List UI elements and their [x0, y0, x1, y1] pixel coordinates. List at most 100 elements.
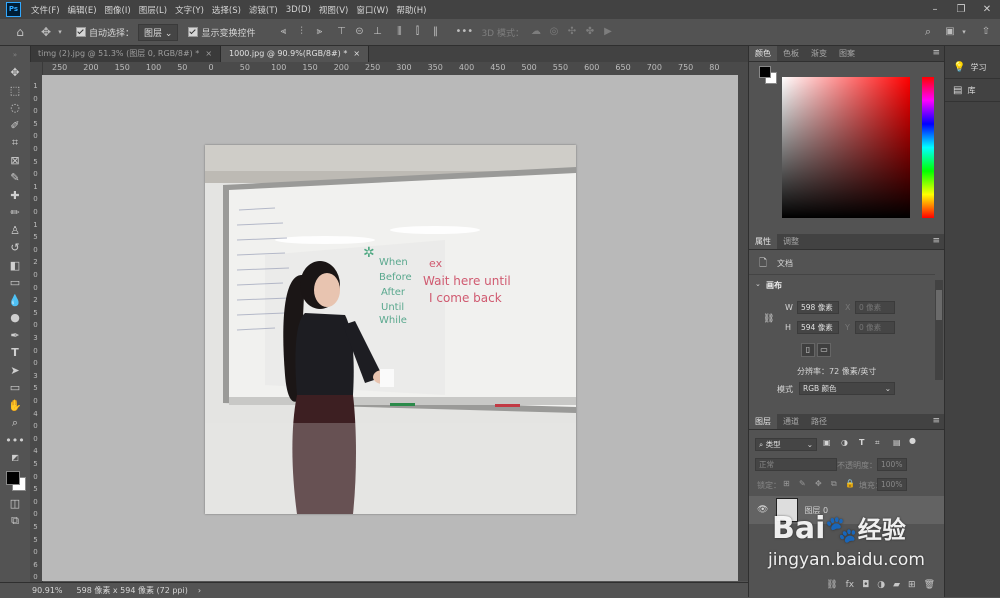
- tab-color[interactable]: 颜色: [749, 46, 777, 61]
- menu-help[interactable]: 帮助(H): [392, 4, 430, 16]
- status-arrow-icon[interactable]: ›: [198, 586, 201, 595]
- ruler-origin[interactable]: [30, 62, 42, 75]
- fill-field[interactable]: 100%: [877, 478, 907, 491]
- tab-1000[interactable]: 1000.jpg @ 90.9%(RGB/8#) * ×: [221, 46, 370, 62]
- menu-filter[interactable]: 滤镜(T): [245, 4, 282, 16]
- lock-transparency-icon[interactable]: ⊞: [783, 479, 790, 488]
- 3d-orbit-icon[interactable]: ☁: [530, 27, 542, 37]
- share-icon[interactable]: ⇧: [980, 27, 992, 37]
- document-image[interactable]: ✲ When Before After Until While ex Wait …: [205, 145, 576, 514]
- foreground-color-swatch[interactable]: [6, 470, 20, 485]
- close-tab-icon[interactable]: ×: [353, 49, 360, 58]
- panel-menu-icon[interactable]: ≡: [932, 46, 940, 61]
- default-colors-icon[interactable]: ◩: [0, 449, 30, 467]
- fg-color-chip[interactable]: [759, 66, 771, 78]
- tab-timg[interactable]: timg (2).jpg @ 51.3% (图层 0, RGB/8#) * ×: [30, 46, 222, 62]
- new-layer-icon[interactable]: ⊞: [908, 580, 916, 590]
- visibility-eye-icon[interactable]: 👁: [757, 505, 768, 515]
- tool-preset-chevron-icon[interactable]: ▾: [54, 27, 66, 37]
- move-tool-icon[interactable]: ✥: [40, 26, 52, 38]
- landscape-icon[interactable]: ▭: [817, 343, 831, 357]
- menu-edit[interactable]: 编辑(E): [64, 4, 101, 16]
- fx-icon[interactable]: fx: [846, 580, 855, 590]
- blur-tool-icon[interactable]: 💧: [0, 292, 30, 310]
- menu-image[interactable]: 图像(I): [101, 4, 135, 16]
- 3d-roll-icon[interactable]: ◎: [548, 27, 560, 37]
- panel-menu-icon[interactable]: ≡: [932, 234, 940, 249]
- filter-toggle-icon[interactable]: ●: [909, 436, 916, 445]
- filter-adjustment-icon[interactable]: ◑: [841, 438, 848, 447]
- quick-select-tool-icon[interactable]: ✐: [0, 117, 30, 135]
- clone-stamp-tool-icon[interactable]: ♙: [0, 222, 30, 240]
- align-top-icon[interactable]: ⊤: [335, 27, 347, 37]
- more-options-icon[interactable]: •••: [455, 27, 473, 37]
- height-field[interactable]: 594 像素: [797, 321, 839, 334]
- opacity-field[interactable]: 100%: [877, 458, 907, 471]
- 3d-drag-icon[interactable]: ✣: [566, 27, 578, 37]
- close-tab-icon[interactable]: ×: [205, 49, 212, 58]
- tab-patterns[interactable]: 图案: [833, 46, 861, 61]
- quick-mask-icon[interactable]: ◫: [0, 495, 30, 513]
- tab-properties[interactable]: 属性: [749, 234, 777, 249]
- brush-tool-icon[interactable]: ✏: [0, 204, 30, 222]
- 3d-slide-icon[interactable]: ✤: [584, 27, 596, 37]
- workspace-icon[interactable]: ▣: [944, 27, 956, 37]
- menu-3d[interactable]: 3D(D): [282, 5, 315, 15]
- lock-artboard-icon[interactable]: ⧉: [831, 479, 837, 489]
- learn-button[interactable]: 💡 学习: [945, 56, 1000, 79]
- portrait-icon[interactable]: ▯: [801, 343, 815, 357]
- collapse-icon[interactable]: ⌄: [755, 280, 761, 288]
- history-brush-tool-icon[interactable]: ↺: [0, 239, 30, 257]
- delete-layer-icon[interactable]: 🗑: [924, 580, 935, 590]
- align-bottom-icon[interactable]: ⊥: [371, 27, 383, 37]
- width-field[interactable]: 598 像素: [797, 301, 839, 314]
- search-icon[interactable]: ⌕: [922, 26, 934, 37]
- pen-tool-icon[interactable]: ✒: [0, 327, 30, 345]
- auto-select-checkbox[interactable]: 自动选择：: [76, 26, 134, 39]
- tab-layers[interactable]: 图层: [749, 414, 777, 429]
- edit-toolbar-icon[interactable]: •••: [0, 432, 30, 450]
- lock-pixels-icon[interactable]: ✎: [799, 479, 806, 488]
- healing-brush-tool-icon[interactable]: ✚: [0, 187, 30, 205]
- minimize-icon[interactable]: –: [922, 4, 948, 15]
- distribute-v-icon[interactable]: ⫿: [411, 27, 423, 37]
- color-field[interactable]: [782, 77, 910, 218]
- x-field[interactable]: 0 像素: [855, 301, 895, 314]
- align-right-icon[interactable]: ⫸: [313, 27, 325, 37]
- tab-channels[interactable]: 通道: [777, 414, 805, 429]
- close-icon[interactable]: ✕: [974, 4, 1000, 15]
- new-group-icon[interactable]: ▰: [893, 580, 900, 590]
- tab-swatches[interactable]: 色板: [777, 46, 805, 61]
- align-middle-icon[interactable]: ⊝: [353, 27, 365, 37]
- blend-mode-dropdown[interactable]: 正常: [755, 458, 837, 471]
- menu-layer[interactable]: 图层(L): [135, 4, 171, 16]
- rectangle-tool-icon[interactable]: ▭: [0, 379, 30, 397]
- menu-type[interactable]: 文字(Y): [171, 4, 208, 16]
- menu-select[interactable]: 选择(S): [208, 4, 245, 16]
- path-select-tool-icon[interactable]: ➤: [0, 362, 30, 380]
- workspace-chevron-icon[interactable]: ▾: [958, 27, 970, 37]
- filter-shape-icon[interactable]: ⌗: [875, 438, 880, 448]
- zoom-tool-icon[interactable]: ⌕: [0, 414, 30, 432]
- align-left-icon[interactable]: ⫷: [277, 27, 289, 37]
- tab-paths[interactable]: 路径: [805, 414, 833, 429]
- vertical-scrollbar[interactable]: [738, 62, 748, 581]
- distribute-space-icon[interactable]: ‖: [429, 27, 441, 37]
- link-layers-icon[interactable]: ⛓: [826, 580, 837, 590]
- lock-all-icon[interactable]: 🔒: [845, 479, 855, 488]
- hue-slider[interactable]: [922, 77, 934, 218]
- lasso-tool-icon[interactable]: ◌: [0, 99, 30, 117]
- mode-dropdown[interactable]: RGB 颜色 ⌄: [799, 382, 895, 395]
- hand-tool-icon[interactable]: ✋: [0, 397, 30, 415]
- frame-tool-icon[interactable]: ⊠: [0, 152, 30, 170]
- layer-filter-dropdown[interactable]: ⌕ 类型 ⌄: [755, 438, 817, 451]
- menu-window[interactable]: 窗口(W): [352, 4, 392, 16]
- restore-icon[interactable]: ❐: [948, 4, 974, 15]
- properties-scrollbar[interactable]: [935, 280, 943, 380]
- toolbar-grip-icon[interactable]: »: [0, 46, 30, 64]
- y-field[interactable]: 0 像素: [855, 321, 895, 334]
- crop-tool-icon[interactable]: ⌗: [0, 134, 30, 152]
- tab-gradients[interactable]: 渐变: [805, 46, 833, 61]
- libraries-button[interactable]: ▤ 库: [945, 79, 1000, 102]
- add-mask-icon[interactable]: ◘: [862, 580, 869, 590]
